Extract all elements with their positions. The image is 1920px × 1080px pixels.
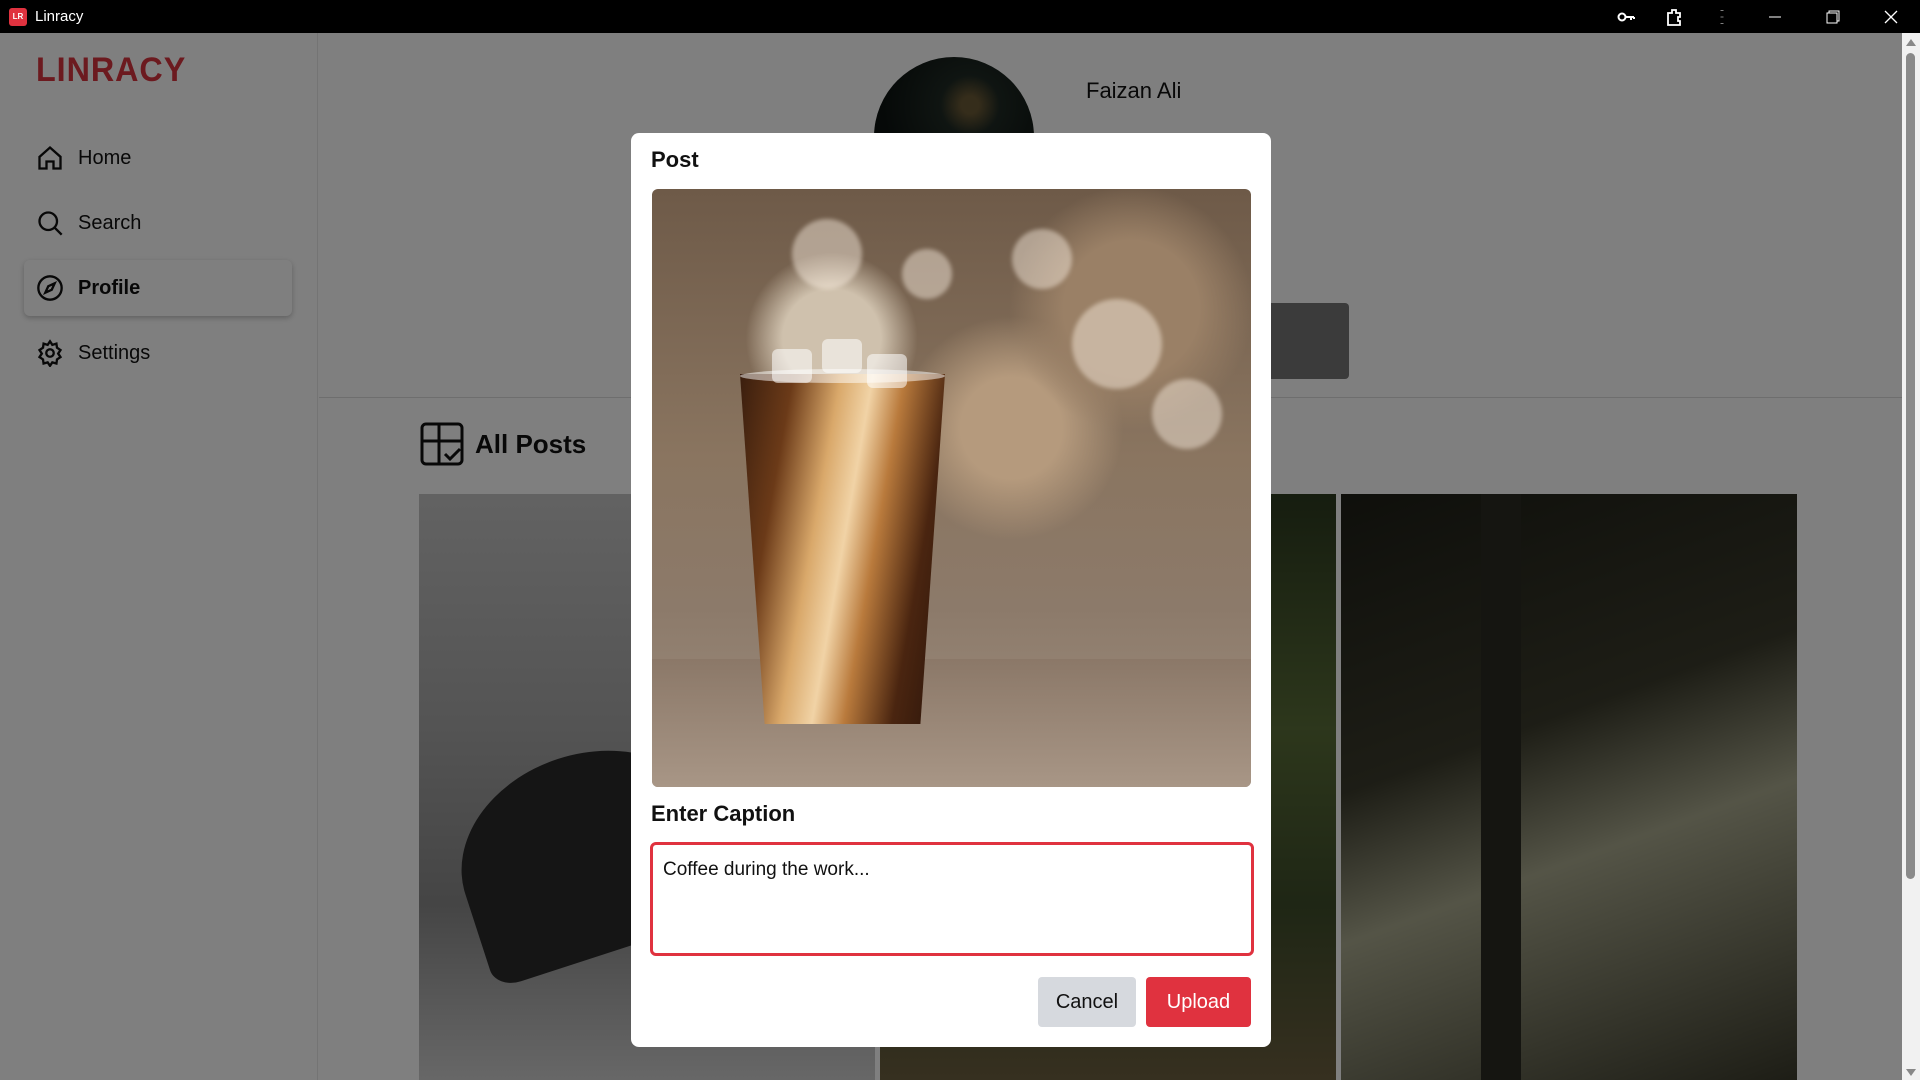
scroll-up-arrow-icon[interactable] (1906, 39, 1916, 46)
restore-button[interactable] (1804, 0, 1862, 33)
caption-label: Enter Caption (651, 801, 796, 826)
image-preview (652, 189, 1251, 787)
post-upload-modal: Post Enter Caption Coffee during the wor… (631, 133, 1271, 1047)
minimize-button[interactable] (1746, 0, 1804, 33)
app-window: LINRACY Home Search Profile Settings Fai… (0, 33, 1902, 1080)
window-title: Linracy (35, 8, 84, 25)
close-button[interactable] (1862, 0, 1920, 33)
title-bar-controls (1602, 0, 1920, 33)
vertical-scrollbar[interactable] (1902, 33, 1920, 1080)
scroll-down-arrow-icon[interactable] (1906, 1069, 1916, 1076)
key-icon[interactable] (1602, 0, 1650, 33)
cancel-button[interactable]: Cancel (1038, 977, 1136, 1027)
modal-title: Post (651, 147, 699, 172)
title-bar: LR Linracy (0, 0, 1920, 33)
app-icon: LR (9, 7, 27, 26)
caption-input[interactable]: Coffee during the work... (650, 842, 1254, 956)
extensions-icon[interactable] (1650, 0, 1698, 33)
scrollbar-thumb[interactable] (1906, 53, 1915, 879)
more-menu-icon[interactable] (1698, 0, 1746, 33)
upload-button[interactable]: Upload (1146, 977, 1251, 1027)
